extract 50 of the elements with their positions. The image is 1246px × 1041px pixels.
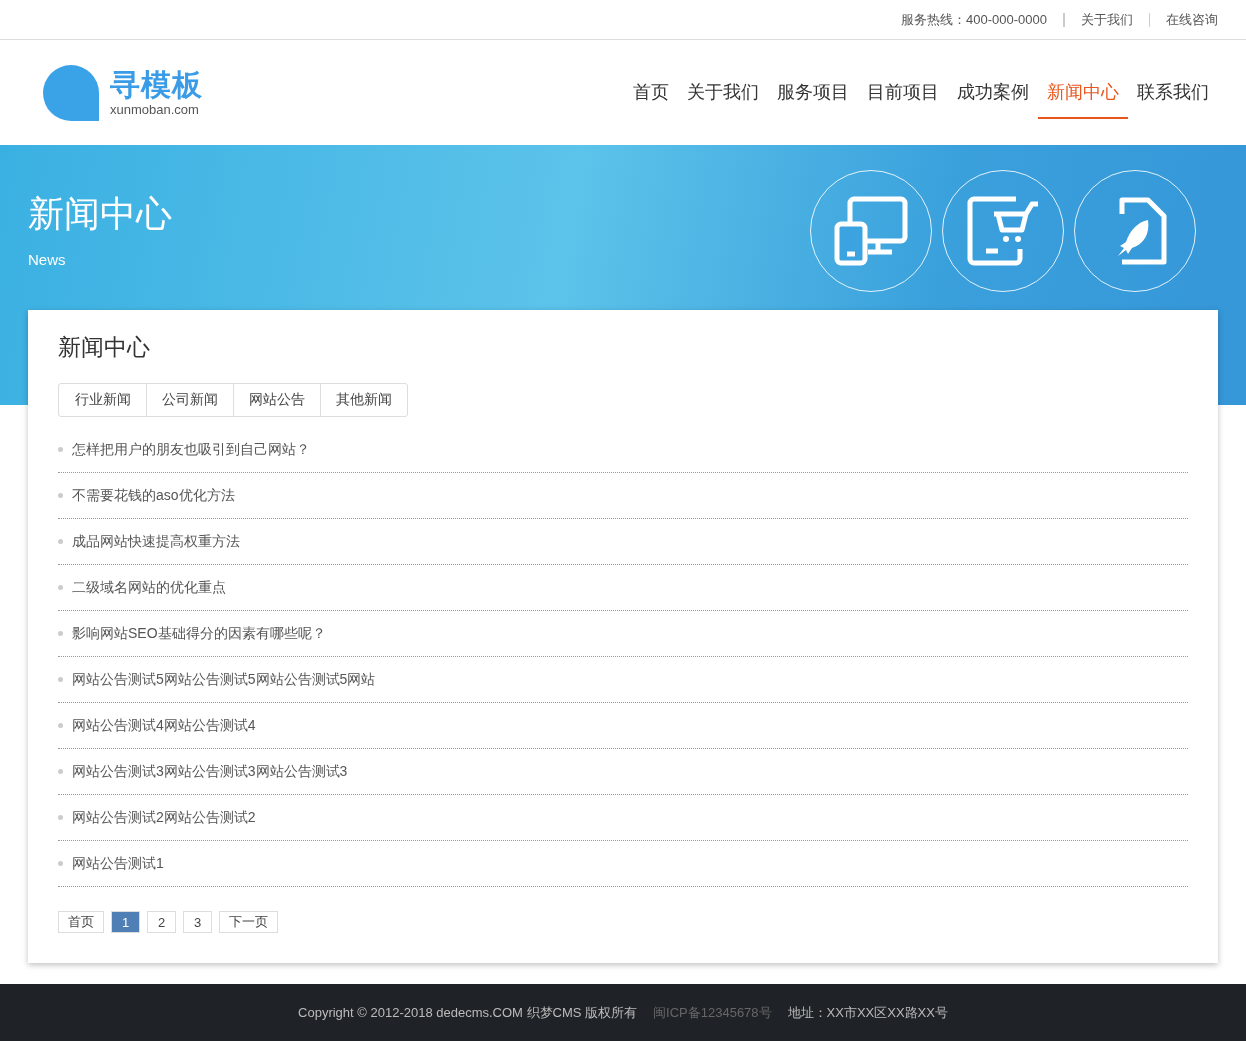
nav-link[interactable]: 首页	[624, 40, 678, 119]
nav-link[interactable]: 新闻中心	[1038, 40, 1128, 119]
tablet-cart-icon	[966, 196, 1040, 266]
bullet-icon	[58, 539, 63, 544]
bullet-icon	[58, 493, 63, 498]
section-title: 新闻中心	[58, 333, 151, 362]
page-button[interactable]: 首页	[58, 911, 104, 933]
banner-title: 新闻中心	[28, 192, 172, 236]
logo-name: 寻模板	[110, 68, 203, 102]
nav-link[interactable]: 成功案例	[948, 40, 1038, 119]
article-link[interactable]: 影响网站SEO基础得分的因素有哪些呢？	[72, 624, 326, 643]
page-button[interactable]: 1	[111, 911, 140, 933]
logo-domain: xunmoban.com	[110, 102, 200, 117]
bullet-icon	[58, 723, 63, 728]
article-link[interactable]: 怎样把用户的朋友也吸引到自己网站？	[72, 440, 310, 459]
devices-icon	[834, 196, 908, 266]
copyright-text: Copyright © 2012-2018 dedecms.COM 织梦CMS 版权所有	[298, 1003, 638, 1022]
article-link[interactable]: 网站公告测试4网站公告测试4	[72, 716, 256, 735]
article-link[interactable]: 不需要花钱的aso优化方法	[72, 486, 235, 505]
icp-text: 闽ICP备12345678号	[653, 1003, 772, 1022]
nav-link[interactable]: 服务项目	[768, 40, 858, 119]
bullet-icon	[58, 815, 63, 820]
article-link[interactable]: 成品网站快速提高权重方法	[72, 532, 240, 551]
article-link[interactable]: 网站公告测试5网站公告测试5网站公告测试5网站	[72, 670, 376, 689]
bullet-icon	[58, 677, 63, 682]
bullet-icon	[58, 861, 63, 866]
page-button[interactable]: 3	[183, 911, 212, 933]
category-tab[interactable]: 其他新闻	[320, 384, 407, 416]
category-tab[interactable]: 网站公告	[233, 384, 320, 416]
article-link[interactable]: 二级域名网站的优化重点	[72, 578, 226, 597]
address-text: 地址：XX市XX区XX路XX号	[787, 1003, 948, 1022]
article-link[interactable]: 网站公告测试3网站公告测试3网站公告测试3	[72, 762, 348, 781]
top-link[interactable]: 关于我们	[1064, 12, 1149, 27]
speech-bubble-logo-icon	[42, 63, 100, 122]
bullet-icon	[58, 769, 63, 774]
page-button[interactable]: 下一页	[219, 911, 278, 933]
page-button[interactable]: 2	[147, 911, 176, 933]
bullet-icon	[58, 585, 63, 590]
nav-link[interactable]: 关于我们	[678, 40, 768, 119]
article-link[interactable]: 网站公告测试1	[72, 854, 164, 873]
category-tab[interactable]: 公司新闻	[146, 384, 233, 416]
bullet-icon	[58, 631, 63, 636]
article-link[interactable]: 网站公告测试2网站公告测试2	[72, 808, 256, 827]
banner-subtitle: News	[28, 251, 67, 268]
nav-link[interactable]: 目前项目	[858, 40, 948, 119]
hotline-text: 服务热线：400-000-0000	[885, 12, 1064, 27]
bullet-icon	[58, 447, 63, 452]
nav-link[interactable]: 联系我们	[1128, 40, 1218, 119]
category-tab[interactable]: 行业新闻	[59, 384, 146, 416]
top-link[interactable]: 在线咨询	[1149, 12, 1218, 27]
